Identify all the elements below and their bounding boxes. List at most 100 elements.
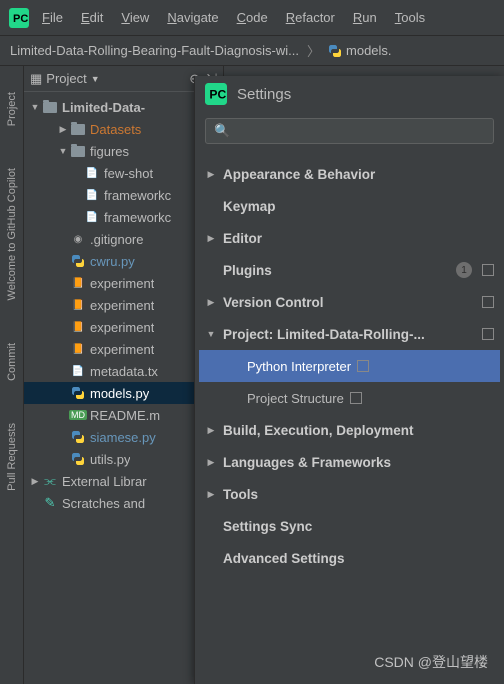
tree-item-label: Datasets [90,122,141,137]
settings-row-label: Languages & Frameworks [223,455,494,470]
module-marker-icon [482,264,494,276]
tree-item-label: experiment [90,320,154,335]
main-menubar: PC File Edit View Navigate Code Refactor… [0,0,504,36]
chevron-down-icon: ▼ [91,74,100,84]
watermark: CSDN @登山望楼 [374,652,488,672]
module-marker-icon [482,296,494,308]
expand-arrow-icon[interactable]: ▶ [28,476,42,487]
menu-refactor[interactable]: Refactor [280,6,341,29]
svg-text:PC: PC [209,87,226,101]
file-type-icon: 📙 [70,297,86,313]
settings-row-label: Keymap [223,199,494,214]
project-panel-title[interactable]: ▦ Project ▼ [30,71,100,87]
menu-run[interactable]: Run [347,6,383,29]
settings-row[interactable]: ▶Appearance & Behavior [199,158,500,190]
file-type-icon: MD [70,407,86,423]
file-type-icon [70,429,86,445]
tree-item-label: figures [90,144,129,159]
expand-arrow-icon[interactable]: ▼ [205,329,217,339]
vtab-commit[interactable]: Commit [4,337,20,387]
project-icon: ▦ [30,71,42,87]
file-type-icon [70,143,86,159]
tree-item-label: cwru.py [90,254,135,269]
settings-header: PC Settings [195,76,504,112]
settings-row-label: Version Control [223,295,476,310]
settings-row[interactable]: ▶Editor [199,222,500,254]
settings-row[interactable]: ▶ Version Control [199,286,500,318]
settings-row[interactable]: ▶Tools [199,478,500,510]
settings-row-label: Python Interpreter [223,359,351,374]
expand-arrow-icon[interactable]: ▼ [28,102,42,112]
expand-arrow-icon[interactable]: ▶ [205,489,217,500]
menu-code[interactable]: Code [231,6,274,29]
settings-dialog: PC Settings 🔍 ▶Appearance & Behavior Keym… [194,76,504,684]
file-type-icon [70,451,86,467]
settings-row-label: Advanced Settings [223,551,494,566]
vtab-copilot[interactable]: Welcome to GitHub Copilot [4,162,20,306]
module-marker-icon [357,360,369,372]
file-type-icon: 📄 [84,209,100,225]
settings-row[interactable]: Plugins 1 [199,254,500,286]
svg-text:PC: PC [13,13,28,25]
settings-tree: ▶Appearance & BehaviorKeymap▶EditorPlugi… [195,158,504,574]
menu-file[interactable]: File [36,6,69,29]
tree-item-label: utils.py [90,452,130,467]
expand-arrow-icon[interactable]: ▶ [205,457,217,468]
breadcrumb-project[interactable]: Limited-Data-Rolling-Bearing-Fault-Diagn… [10,43,299,58]
settings-row-label: Build, Execution, Deployment [223,423,494,438]
tree-item-label: frameworkc [104,210,171,225]
menu-navigate[interactable]: Navigate [161,6,224,29]
menu-edit[interactable]: Edit [75,6,109,29]
tree-item-label: models.py [90,386,149,401]
expand-arrow-icon[interactable]: ▶ [205,425,217,436]
scratches-icon: ✎ [42,495,58,511]
menu-view[interactable]: View [115,6,155,29]
tree-item-label: experiment [90,298,154,313]
expand-arrow-icon[interactable]: ▼ [56,146,70,156]
settings-row[interactable]: Advanced Settings [199,542,500,574]
tree-item-label: siamese.py [90,430,156,445]
file-type-icon [70,121,86,137]
settings-title: Settings [237,86,291,103]
settings-row[interactable]: Python Interpreter [199,350,500,382]
settings-row-label: Settings Sync [223,519,494,534]
settings-row-label: Project: Limited-Data-Rolling-... [223,327,476,342]
module-marker-icon [482,328,494,340]
pycharm-logo-icon: PC [205,83,227,105]
vtab-project[interactable]: Project [4,86,20,132]
file-type-icon: 📙 [70,319,86,335]
settings-row[interactable]: ▶ Build, Execution, Deployment [199,414,500,446]
menu-tools[interactable]: Tools [389,6,431,29]
file-type-icon: 📄 [84,165,100,181]
breadcrumb: Limited-Data-Rolling-Bearing-Fault-Diagn… [0,36,504,66]
settings-search[interactable]: 🔍 [205,118,494,144]
settings-row-label: Plugins [223,263,450,278]
settings-row[interactable]: ▶ Languages & Frameworks [199,446,500,478]
settings-search-input[interactable] [236,124,485,139]
pycharm-logo-icon: PC [8,7,30,29]
breadcrumb-file[interactable]: models. [328,43,392,58]
breadcrumb-separator: 〉 [307,41,320,60]
settings-row[interactable]: ▼ Project: Limited-Data-Rolling-... [199,318,500,350]
count-badge: 1 [456,262,472,278]
file-type-icon: 📄 [84,187,100,203]
file-type-icon: 📙 [70,341,86,357]
settings-row[interactable]: Keymap [199,190,500,222]
tree-item-label: experiment [90,342,154,357]
tree-item-label: experiment [90,276,154,291]
search-icon: 🔍 [214,123,230,139]
python-file-icon [328,44,342,58]
expand-arrow-icon[interactable]: ▶ [205,297,217,308]
file-type-icon [70,385,86,401]
settings-row-label: Project Structure [223,391,344,406]
tree-item-label: frameworkc [104,188,171,203]
file-type-icon: 📄 [70,363,86,379]
tree-item-label: .gitignore [90,232,143,247]
expand-arrow-icon[interactable]: ▶ [205,233,217,244]
settings-row[interactable]: Project Structure [199,382,500,414]
vtab-pull-requests[interactable]: Pull Requests [4,417,20,497]
settings-row[interactable]: Settings Sync [199,510,500,542]
expand-arrow-icon[interactable]: ▶ [205,169,217,180]
file-type-icon: ◉ [70,231,86,247]
expand-arrow-icon[interactable]: ▶ [56,124,70,135]
